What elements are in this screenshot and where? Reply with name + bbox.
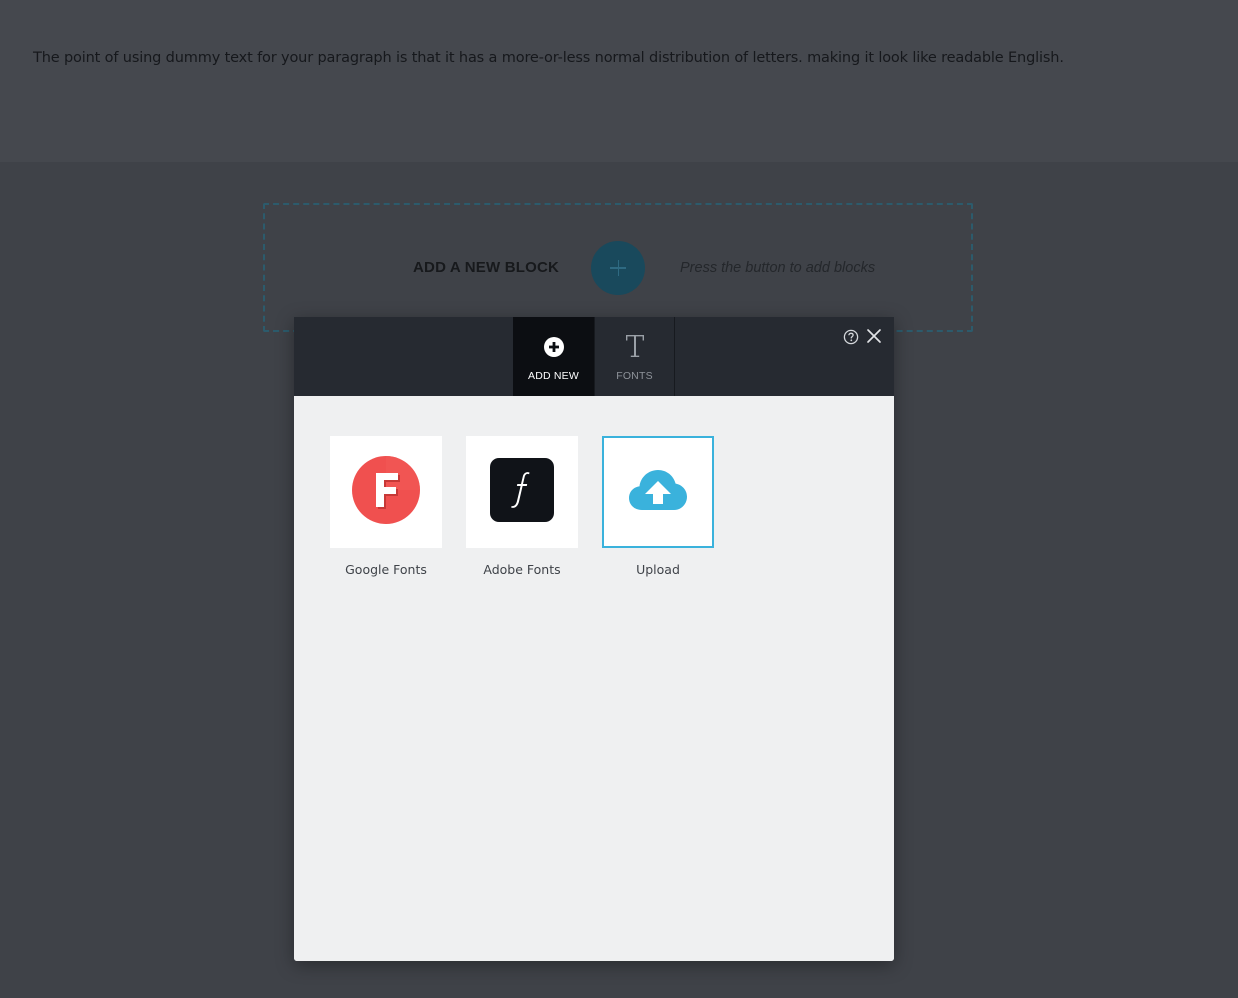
tab-add-new-label: ADD NEW — [528, 370, 579, 382]
add-block-label: ADD A NEW BLOCK — [413, 259, 560, 276]
fonts-dialog: ADD NEW FONTS Google Fonts Adobe Fonts U… — [294, 317, 894, 961]
tab-fonts[interactable]: FONTS — [594, 317, 675, 396]
card-tile[interactable] — [466, 436, 578, 548]
tab-add-new[interactable]: ADD NEW — [513, 317, 594, 396]
card-upload[interactable]: Upload — [602, 436, 714, 577]
paragraph-text: The point of using dummy text for your p… — [33, 50, 1064, 66]
card-google-fonts[interactable]: Google Fonts — [330, 436, 442, 577]
dialog-body: Google Fonts Adobe Fonts Upload — [294, 396, 894, 961]
add-block-hint: Press the button to add blocks — [680, 260, 876, 276]
close-icon[interactable] — [866, 328, 882, 344]
add-block-placeholder: ADD A NEW BLOCK Press the button to add … — [263, 203, 973, 332]
dialog-header: ADD NEW FONTS — [294, 317, 894, 396]
plus-circle-icon — [543, 337, 564, 361]
card-tile[interactable] — [330, 436, 442, 548]
add-block-button[interactable] — [591, 241, 645, 295]
cloud-upload-icon — [628, 468, 688, 516]
page-top-section: The point of using dummy text for your p… — [0, 0, 1238, 162]
help-icon[interactable] — [843, 329, 859, 345]
adobe-fonts-logo-icon — [490, 458, 554, 526]
card-adobe-fonts[interactable]: Adobe Fonts — [466, 436, 578, 577]
card-label: Upload — [636, 562, 680, 577]
card-label: Adobe Fonts — [483, 562, 561, 577]
tab-fonts-label: FONTS — [616, 370, 653, 382]
google-fonts-logo-icon — [352, 456, 420, 528]
card-tile-selected[interactable] — [602, 436, 714, 548]
font-t-icon — [625, 334, 645, 362]
card-label: Google Fonts — [345, 562, 427, 577]
